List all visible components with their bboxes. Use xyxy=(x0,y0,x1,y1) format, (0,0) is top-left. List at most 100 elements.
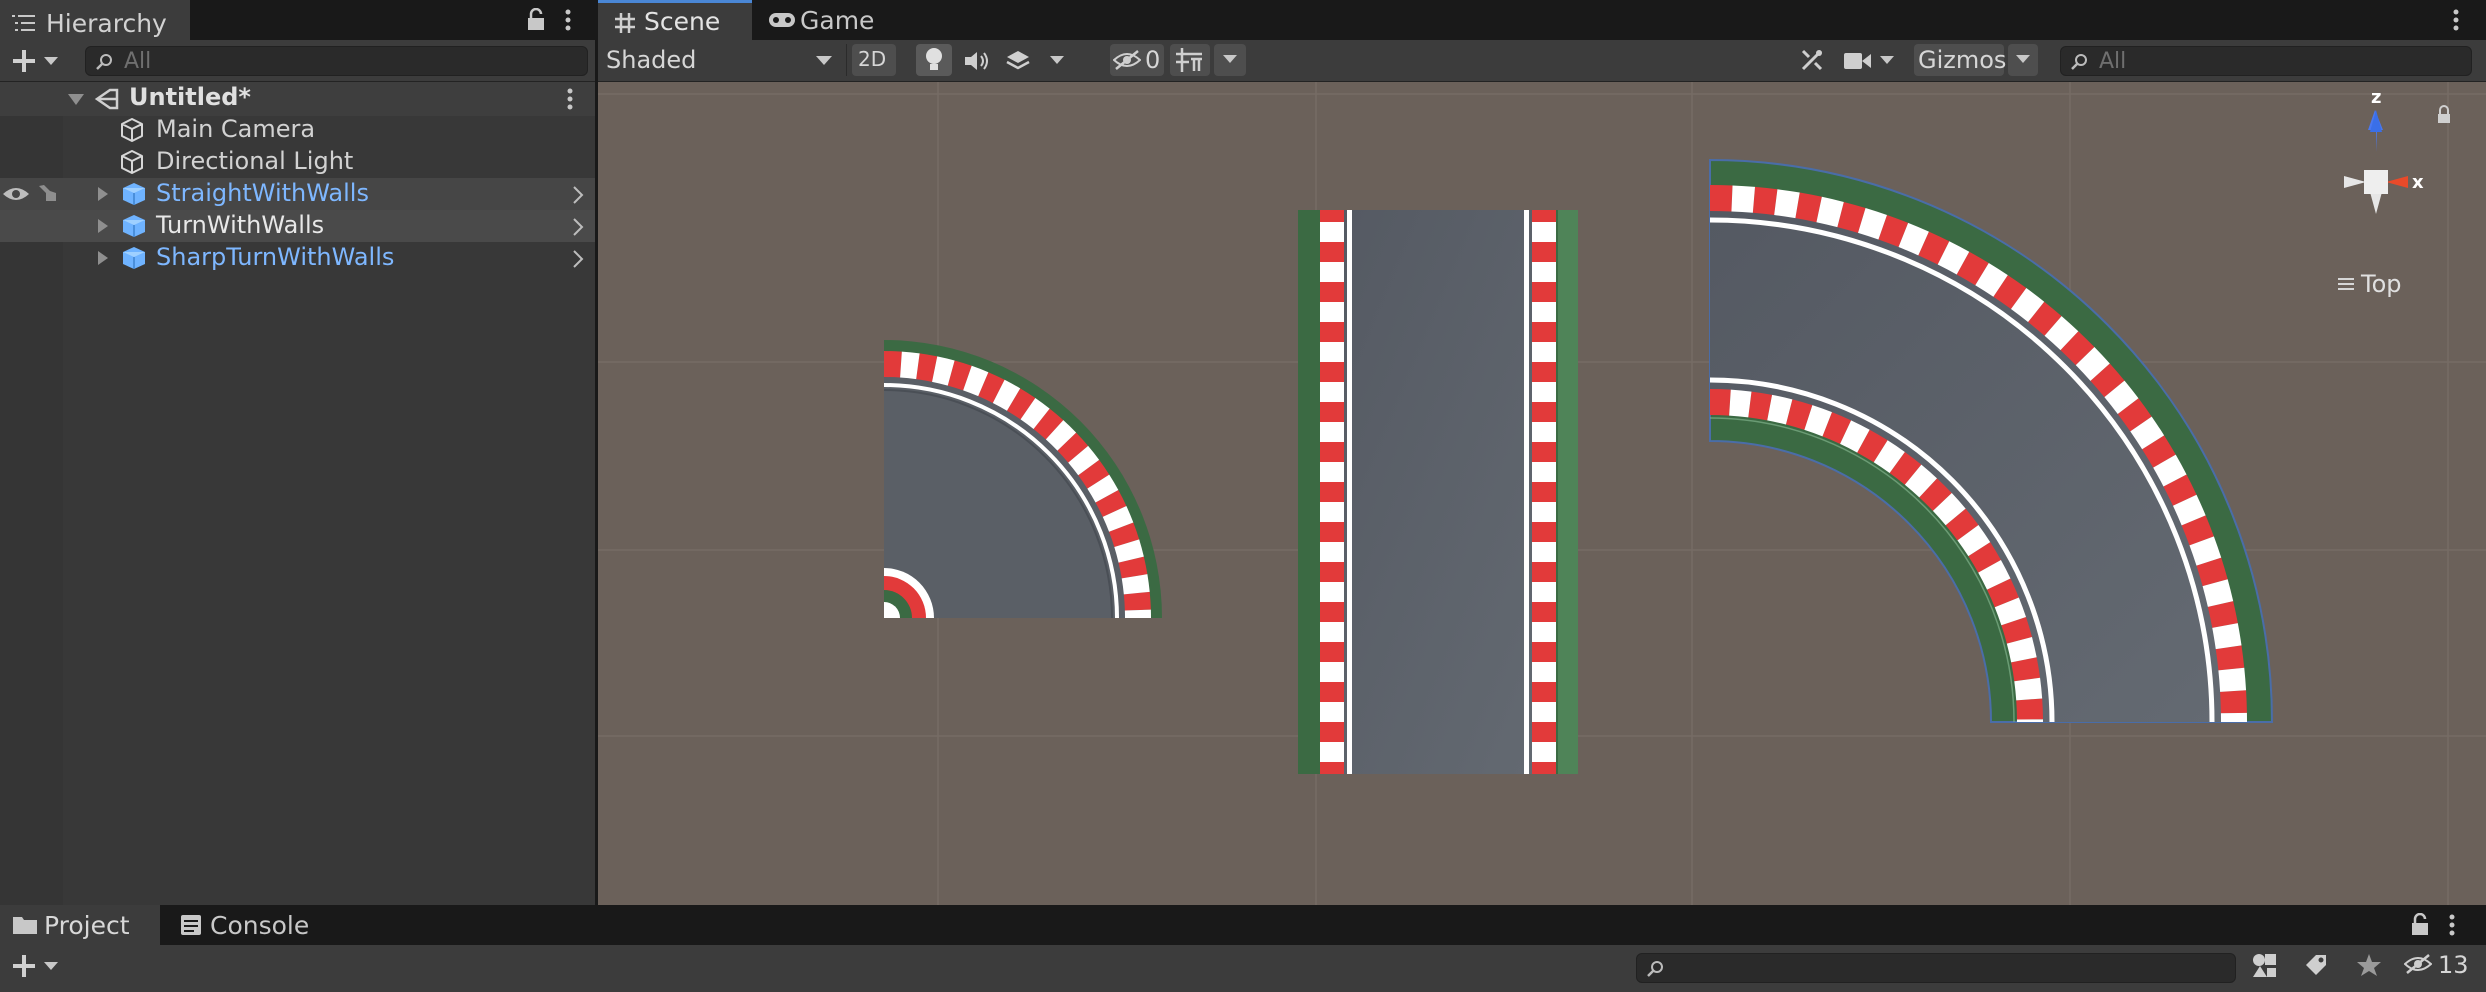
tab-scene[interactable]: Scene xyxy=(598,0,752,40)
orientation-label[interactable]: Top xyxy=(2360,270,2402,298)
gizmos-label: Gizmos xyxy=(1918,46,2007,74)
list-item-label: StraightWithWalls xyxy=(156,179,369,207)
camera-settings-dropdown[interactable] xyxy=(1836,44,1900,76)
foldout-expanded-icon[interactable] xyxy=(68,94,84,106)
hierarchy-panel: Hierarchy All Untitled* Main Camera Dire… xyxy=(0,0,595,905)
draw-mode-value: Shaded xyxy=(606,46,697,74)
toggle-2d-button[interactable]: 2D xyxy=(852,44,896,76)
tools-icon xyxy=(1800,48,1824,72)
chevron-down-icon xyxy=(1880,56,1894,66)
prefab-cube-icon xyxy=(121,245,147,271)
chevron-right-icon[interactable] xyxy=(572,218,584,236)
scene-canvas[interactable]: z x Top xyxy=(598,82,2486,905)
search-by-type-icon[interactable] xyxy=(2252,953,2278,979)
chevron-right-icon[interactable] xyxy=(572,186,584,204)
plus-icon xyxy=(12,49,36,73)
gizmos-dropdown[interactable] xyxy=(2008,44,2038,76)
search-placeholder: All xyxy=(124,49,152,74)
list-item-directional-light[interactable]: Directional Light xyxy=(0,146,595,178)
scene-root-row[interactable]: Untitled* xyxy=(0,82,595,116)
scene-name: Untitled* xyxy=(129,83,251,111)
prefab-cube-icon xyxy=(121,181,147,207)
chevron-down-icon xyxy=(2016,55,2030,65)
folder-icon xyxy=(12,915,38,935)
tab-console[interactable]: Console xyxy=(170,905,350,945)
more-options-icon[interactable] xyxy=(564,8,572,32)
lock-icon[interactable] xyxy=(526,8,546,32)
grid-options-dropdown[interactable] xyxy=(1214,44,1246,76)
gamepad-icon xyxy=(768,12,796,28)
project-search-input[interactable] xyxy=(1636,953,2236,983)
list-item-label: Directional Light xyxy=(156,147,354,175)
scene-search-input[interactable]: All xyxy=(2060,46,2472,76)
unity-scene-icon xyxy=(94,87,120,111)
list-item-main-camera[interactable]: Main Camera xyxy=(0,114,595,146)
audio-toggle-button[interactable] xyxy=(958,44,994,76)
straight-track[interactable] xyxy=(1298,210,1578,774)
more-options-icon[interactable] xyxy=(2448,913,2456,937)
hidden-eye-icon xyxy=(1113,50,1141,70)
hierarchy-tabbar: Hierarchy xyxy=(0,0,595,40)
visibility-eye-icon[interactable] xyxy=(2,185,30,203)
chevron-down-icon xyxy=(1050,56,1064,66)
panel-splitter[interactable] xyxy=(595,0,598,905)
lock-icon[interactable] xyxy=(2410,913,2430,937)
hidden-objects-toggle[interactable]: 0 xyxy=(1110,44,1164,76)
tab-label: Console xyxy=(210,911,310,940)
plus-icon xyxy=(12,954,36,978)
sharp-turn-track[interactable] xyxy=(883,340,1162,619)
layers-effects-icon xyxy=(1006,49,1030,71)
orientation-gizmo[interactable]: z x xyxy=(2344,87,2424,214)
grid-snap-toggle[interactable] xyxy=(1170,44,1210,76)
video-camera-icon xyxy=(1844,52,1872,70)
chevron-right-icon[interactable] xyxy=(572,250,584,268)
chevron-down-icon xyxy=(1223,55,1237,65)
tab-label: Scene xyxy=(644,7,721,36)
foldout-collapsed-icon[interactable] xyxy=(98,251,108,265)
list-item-label: TurnWithWalls xyxy=(156,211,325,239)
create-dropdown-button[interactable] xyxy=(10,46,62,76)
hash-grid-icon xyxy=(614,12,636,34)
search-icon xyxy=(2070,53,2090,71)
pickable-hand-icon[interactable] xyxy=(36,183,58,205)
gizmo-x-label: x xyxy=(2412,172,2424,193)
effects-toggle-button[interactable] xyxy=(1000,44,1070,76)
toolbar-separator xyxy=(846,44,847,76)
draw-mode-dropdown[interactable]: Shaded xyxy=(602,44,840,76)
search-by-label-icon[interactable] xyxy=(2304,953,2328,977)
prefab-cube-icon xyxy=(121,213,147,239)
foldout-collapsed-icon[interactable] xyxy=(98,219,108,233)
gameobject-cube-icon xyxy=(119,117,145,143)
gameobject-cube-icon xyxy=(119,149,145,175)
gizmos-toggle-button[interactable]: Gizmos xyxy=(1914,44,2007,76)
hidden-count: 0 xyxy=(1145,46,1161,74)
turn-track[interactable] xyxy=(1709,158,2274,723)
scene-menu-icon[interactable] xyxy=(566,88,574,110)
hidden-packages-eye-icon[interactable] xyxy=(2404,954,2432,974)
scene-viewport[interactable]: z x Top xyxy=(598,82,2486,905)
create-asset-dropdown[interactable] xyxy=(10,951,62,981)
scene-tabbar: Scene Game xyxy=(598,0,2486,40)
tab-hierarchy[interactable]: Hierarchy xyxy=(0,0,190,40)
hamburger-icon[interactable] xyxy=(2338,278,2354,290)
list-item-turn-with-walls[interactable]: TurnWithWalls xyxy=(0,210,595,242)
tab-label: Project xyxy=(44,911,130,940)
gizmo-lock-icon[interactable] xyxy=(2438,105,2450,123)
tab-game[interactable]: Game xyxy=(758,0,888,40)
hierarchy-search-input[interactable]: All xyxy=(85,46,588,76)
tools-button[interactable] xyxy=(1794,44,1830,76)
scene-panel: Scene Game Shaded 2D 0 Gizmos All z x To… xyxy=(598,0,2486,905)
project-panel: Project Console 13 xyxy=(0,905,2486,992)
favorites-star-icon[interactable] xyxy=(2356,953,2382,977)
list-item-sharp-turn-with-walls[interactable]: SharpTurnWithWalls xyxy=(0,242,595,274)
project-toolbar: 13 xyxy=(0,945,2486,992)
gizmo-z-label: z xyxy=(2371,87,2381,108)
more-options-icon[interactable] xyxy=(2452,8,2460,32)
list-icon xyxy=(12,13,36,33)
list-item-label: SharpTurnWithWalls xyxy=(156,243,395,271)
search-icon xyxy=(1646,960,1666,978)
tab-project[interactable]: Project xyxy=(0,905,160,945)
list-item-straight-with-walls[interactable]: StraightWithWalls xyxy=(0,178,595,210)
foldout-collapsed-icon[interactable] xyxy=(98,187,108,201)
lighting-toggle-button[interactable] xyxy=(916,44,952,76)
